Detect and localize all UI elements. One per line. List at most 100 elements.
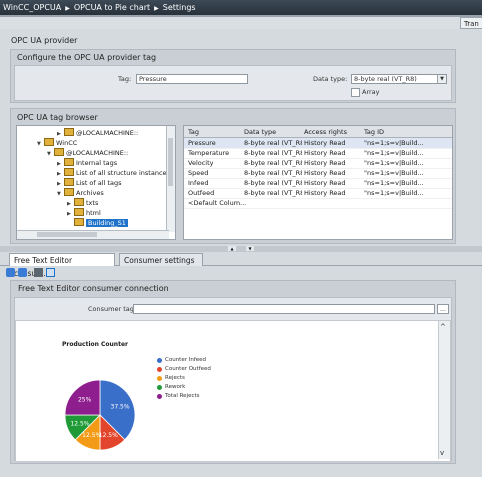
table-row-default-column[interactable]: <Default Colum... — [184, 198, 452, 209]
breadcrumb-screen[interactable]: OPCUA to Pie chart — [74, 0, 150, 15]
scroll-thumb[interactable] — [168, 138, 173, 186]
chevron-up-icon[interactable]: ^ — [440, 323, 446, 331]
tree-node[interactable]: ▶ List of all structure instances — [57, 168, 170, 178]
browse-button[interactable]: ... — [437, 304, 449, 314]
tree-node[interactable]: ▶ txts — [67, 198, 98, 208]
cell-data-type: 8-byte real (VT_R8 — [244, 179, 302, 187]
cell-tag: Pressure — [188, 139, 216, 147]
data-type-value: 8-byte real (VT_R8) — [354, 75, 417, 83]
tree-node-label: txts — [86, 199, 99, 207]
splitter-bar[interactable]: ▲ ▼ — [0, 246, 482, 252]
breadcrumb-project[interactable]: WinCC_OPCUA — [0, 0, 61, 15]
consumer-tag-label: Consumer tag: — [88, 305, 137, 313]
tag-browser-panel: OPC UA tag browser ▶ @LOCALMACHINE:: ▼ Win… — [10, 108, 456, 244]
tree-node-label: html — [86, 209, 101, 217]
legend-label: Rejects — [165, 375, 185, 381]
folder-icon — [64, 168, 74, 176]
tag-browser-title: OPC UA tag browser — [17, 113, 98, 122]
back-arrow-icon[interactable] — [6, 268, 15, 277]
column-header[interactable]: Data type — [244, 127, 276, 137]
cell-tag: Temperature — [188, 149, 230, 157]
folder-icon — [64, 188, 74, 196]
provider-panel-title: Configure the OPC UA provider tag — [17, 53, 157, 62]
legend-dot-icon — [157, 358, 162, 363]
legend-dot-icon — [157, 385, 162, 390]
cell-access: History Read — [304, 159, 346, 167]
breadcrumb-settings[interactable]: Settings — [163, 0, 196, 15]
expand-arrow-icon[interactable]: ▼ — [57, 189, 64, 199]
cell-data-type: 8-byte real (VT_R8 — [244, 169, 302, 177]
cell-tag: Speed — [188, 169, 209, 177]
provider-panel: Configure the OPC UA provider tag Tag: P… — [10, 49, 456, 103]
folder-icon — [74, 198, 84, 206]
array-checkbox[interactable] — [351, 88, 360, 97]
cell-access: History Read — [304, 189, 346, 197]
cell-data-type: 8-byte real (VT_R8 — [244, 159, 302, 167]
cell-tag-id — [364, 198, 450, 208]
collapse-up-icon[interactable]: ▲ — [228, 246, 236, 251]
legend-dot-icon — [157, 376, 162, 381]
cell-data-type: 8-byte real (VT_R8 — [244, 149, 302, 157]
legend-dot-icon — [157, 367, 162, 372]
window-icon[interactable] — [46, 268, 55, 277]
legend-item: Rework — [157, 384, 217, 390]
tree-node[interactable]: ▼ Archives — [57, 188, 104, 198]
tree-node-label: List of all tags — [76, 179, 122, 187]
tab-tran[interactable]: Tran — [460, 17, 482, 29]
cell-data-type: 8-byte real (VT_R8 — [244, 139, 302, 147]
consumer-tag-field[interactable] — [133, 304, 435, 314]
save-icon[interactable] — [34, 268, 43, 277]
cell-data-type: 8-byte real (VT_R8 — [244, 189, 302, 197]
column-header[interactable]: Tag — [188, 127, 199, 137]
divider — [0, 15, 482, 17]
tree-horizontal-scrollbar[interactable] — [17, 230, 169, 239]
tree-node[interactable]: ▶ Internal tags — [57, 158, 117, 168]
column-header[interactable]: Tag ID — [364, 127, 384, 137]
tree-node-label: @LOCALMACHINE:: — [66, 149, 129, 157]
tree-node[interactable]: ▼ WinCC — [37, 138, 77, 148]
tab-free-text-editor[interactable]: Free Text Editor consum... — [9, 253, 115, 278]
expand-arrow-icon[interactable]: ▼ — [37, 139, 44, 149]
folder-icon — [54, 148, 64, 156]
legend-label: Counter Infeed — [165, 357, 207, 363]
scroll-thumb[interactable] — [37, 232, 97, 237]
cell-access: History Read — [304, 169, 346, 177]
tree-node[interactable]: ▶ List of all tags — [57, 178, 121, 188]
tab-consumer-settings[interactable]: Consumer settings — [119, 253, 203, 266]
folder-icon — [74, 208, 84, 216]
tree-vertical-scrollbar[interactable] — [166, 126, 175, 232]
data-type-select[interactable]: 8-byte real (VT_R8) ▼ — [351, 74, 447, 84]
tag-field[interactable]: Pressure — [136, 74, 248, 84]
tree-node-selected[interactable]: Building_S1 — [74, 218, 128, 228]
pie-slice-label: 12.5% — [99, 432, 118, 439]
tree-node-label: Building_S1 — [86, 219, 128, 227]
chart-legend: Counter Infeed Counter Outfeed Rejects Rewo… — [157, 357, 217, 402]
collapse-down-icon[interactable]: ▼ — [246, 246, 254, 251]
provider-inset: Tag: Pressure Data type: 8-byte real (VT… — [14, 65, 452, 101]
pie-slice-label: 25% — [78, 397, 92, 404]
breadcrumb: WinCC_OPCUA ▶ OPCUA to Pie chart ▶ Settings — [0, 0, 482, 15]
tree-node[interactable]: ▶ @LOCALMACHINE:: — [57, 128, 138, 138]
pie-slice-label: 12.5% — [82, 432, 101, 439]
forward-arrow-icon[interactable] — [18, 268, 27, 277]
folder-icon — [44, 138, 54, 146]
legend-dot-icon — [157, 394, 162, 399]
tree-node[interactable]: ▼ @LOCALMACHINE:: — [47, 148, 128, 158]
legend-label: Total Rejects — [165, 393, 200, 399]
expand-arrow-icon[interactable]: ▼ — [47, 149, 54, 159]
array-label: Array — [362, 88, 380, 96]
expand-arrow-icon[interactable]: ▶ — [67, 209, 74, 219]
cell-tag-id: "ns=1;s=v|Build... — [364, 169, 424, 177]
tree-node-label: @LOCALMACHINE:: — [76, 129, 139, 137]
chevron-down-icon[interactable]: v — [440, 449, 444, 457]
column-header[interactable]: Access rights — [304, 127, 347, 137]
cell-access: History Read — [304, 139, 346, 147]
consumer-panel-title: Free Text Editor consumer connection — [18, 284, 169, 293]
cell-tag: Velocity — [188, 159, 214, 167]
legend-item: Counter Outfeed — [157, 366, 217, 372]
chart-vertical-scrollbar[interactable]: ^ v — [438, 321, 450, 459]
legend-label: Counter Outfeed — [165, 366, 211, 372]
chevron-down-icon[interactable]: ▼ — [437, 75, 446, 83]
cell-access: History Read — [304, 179, 346, 187]
tree-node[interactable]: ▶ html — [67, 208, 101, 218]
